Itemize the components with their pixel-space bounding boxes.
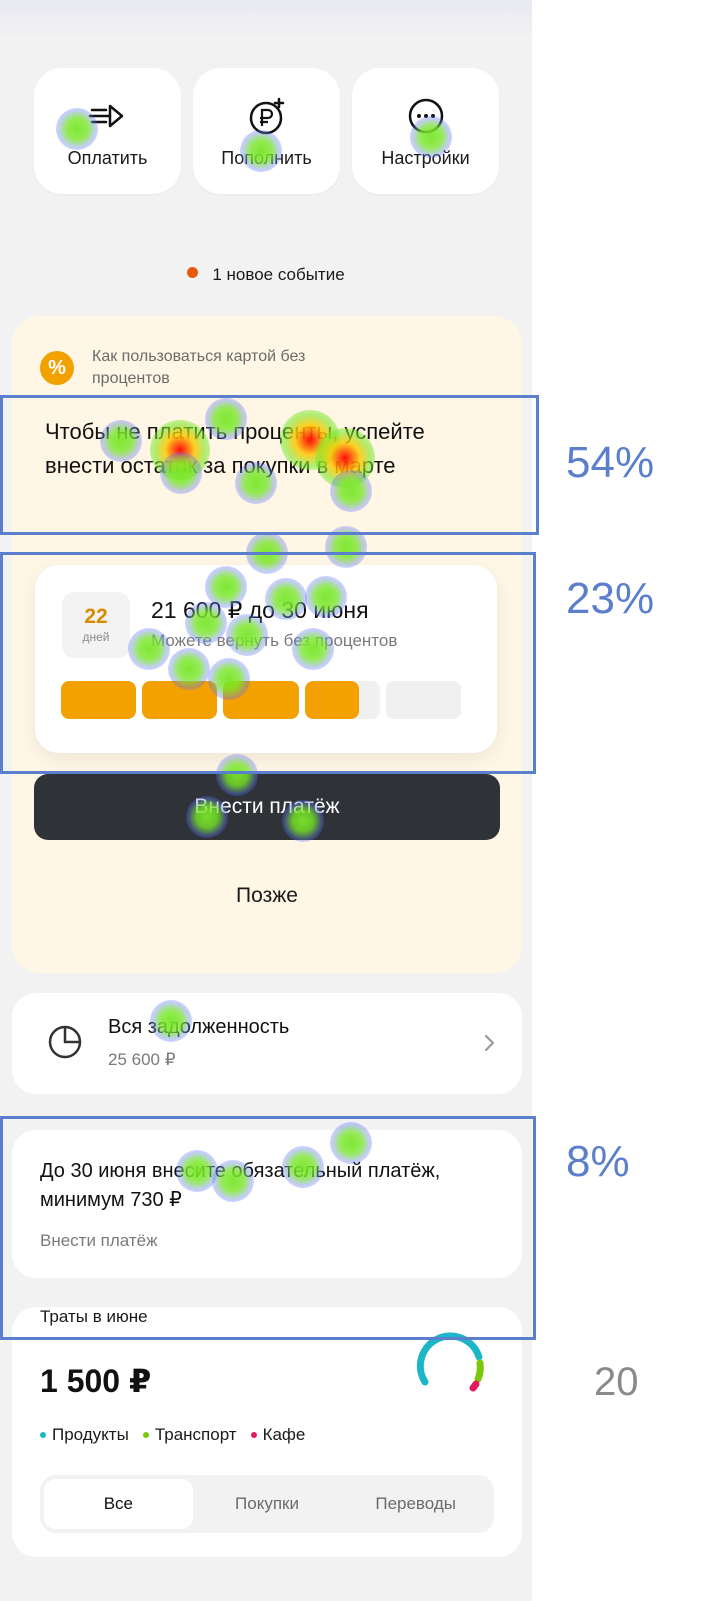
progress-segment	[223, 681, 299, 719]
pay-action-label: Оплатить	[67, 147, 148, 168]
tab-transfers[interactable]: Переводы	[341, 1479, 490, 1529]
total-debt-value: 25 600 ₽	[108, 1050, 176, 1069]
progress-segment	[61, 681, 137, 719]
percent-icon: %	[40, 351, 74, 385]
topup-action-button[interactable]: Пополнить	[193, 68, 340, 194]
progress-segment-fill	[223, 681, 299, 719]
legend-item-transport: Транспорт	[142, 1425, 237, 1445]
quick-actions: Оплатить Пополнить Настройки	[34, 68, 499, 194]
promo-message: Чтобы не платить проценты, успейте внест…	[45, 419, 425, 478]
progress-segment	[142, 681, 218, 719]
legend-dot-icon	[250, 1432, 257, 1438]
legend-dot-icon	[142, 1432, 149, 1438]
ruble-plus-icon	[249, 97, 284, 134]
aoi-label-amount: 23%	[566, 574, 655, 623]
interest-free-amount-box: 22 дней 21 600 ₽ до 30 июня Можете верну…	[35, 565, 497, 753]
legend-item-cafe: Кафе	[250, 1425, 306, 1445]
spending-card: Траты в июне 1 500 ₽ Продукты Транспорт …	[12, 1307, 522, 1557]
progress-segment	[385, 681, 462, 719]
top-fade	[0, 0, 532, 40]
aoi-label-message: 54%	[566, 438, 655, 487]
progress-segment-fill	[61, 681, 137, 719]
total-debt-card[interactable]: Вся задолженность 25 600 ₽	[12, 993, 522, 1094]
more-icon	[408, 98, 443, 133]
legend-dot-icon	[40, 1432, 46, 1438]
pie-chart-icon	[48, 1025, 82, 1059]
arrow-out-icon	[88, 104, 123, 127]
new-event-indicator[interactable]: 1 новое событие	[0, 265, 532, 285]
progress-segment-fill	[142, 681, 218, 719]
legend-label: Кафе	[262, 1425, 306, 1444]
event-dot-icon	[187, 267, 199, 278]
total-debt-title: Вся задолженность	[108, 1016, 290, 1038]
legend-label: Продукты	[52, 1425, 129, 1444]
later-button[interactable]: Позже	[34, 868, 500, 924]
minimum-payment-card[interactable]: До 30 июня внесите обязательный платёж, …	[12, 1130, 522, 1278]
progress-segment-fill	[304, 681, 359, 719]
tab-all[interactable]: Все	[44, 1479, 193, 1529]
legend-item-groceries: Продукты	[40, 1425, 129, 1445]
chevron-right-icon	[484, 1034, 495, 1052]
days-left-unit: дней	[82, 630, 110, 644]
make-payment-button[interactable]: Внести платёж	[34, 774, 500, 840]
promo-caption: Как пользоваться картой без процентов	[92, 348, 306, 387]
pay-action-button[interactable]: Оплатить	[34, 68, 181, 194]
promo-header[interactable]: % Как пользоваться картой без процентов	[40, 346, 332, 390]
minimum-payment-title: До 30 июня внесите обязательный платёж, …	[40, 1160, 441, 1211]
tab-purchases[interactable]: Покупки	[193, 1479, 342, 1529]
repayment-progress	[61, 681, 462, 719]
interest-free-card: % Как пользоваться картой без процентов …	[12, 316, 522, 973]
settings-action-label: Настройки	[381, 147, 470, 168]
topup-action-label: Пополнить	[221, 147, 312, 168]
event-text: 1 новое событие	[212, 265, 345, 284]
minimum-payment-link[interactable]: Внести платёж	[40, 1231, 158, 1251]
legend-label: Транспорт	[154, 1425, 237, 1444]
days-left-tile: 22 дней	[62, 592, 130, 658]
amount-due-subtitle: Можете вернуть без процентов	[151, 631, 398, 650]
amount-due-title: 21 600 ₽ до 30 июня	[151, 597, 369, 623]
spending-legend: Продукты Транспорт Кафе	[40, 1425, 305, 1445]
days-left-number: 22	[84, 605, 108, 628]
spending-amount: 1 500 ₽	[40, 1363, 152, 1399]
settings-action-button[interactable]: Настройки	[352, 68, 499, 194]
side-number: 20	[594, 1360, 639, 1404]
phone-screen: Оплатить Пополнить Настройки 1 новое соб…	[0, 0, 532, 1601]
progress-segment	[304, 681, 380, 719]
spending-ring-chart[interactable]	[411, 1327, 491, 1407]
spending-tabs: Все Покупки Переводы	[40, 1475, 494, 1533]
spending-title: Траты в июне	[40, 1307, 148, 1326]
aoi-label-minimum: 8%	[566, 1137, 630, 1186]
